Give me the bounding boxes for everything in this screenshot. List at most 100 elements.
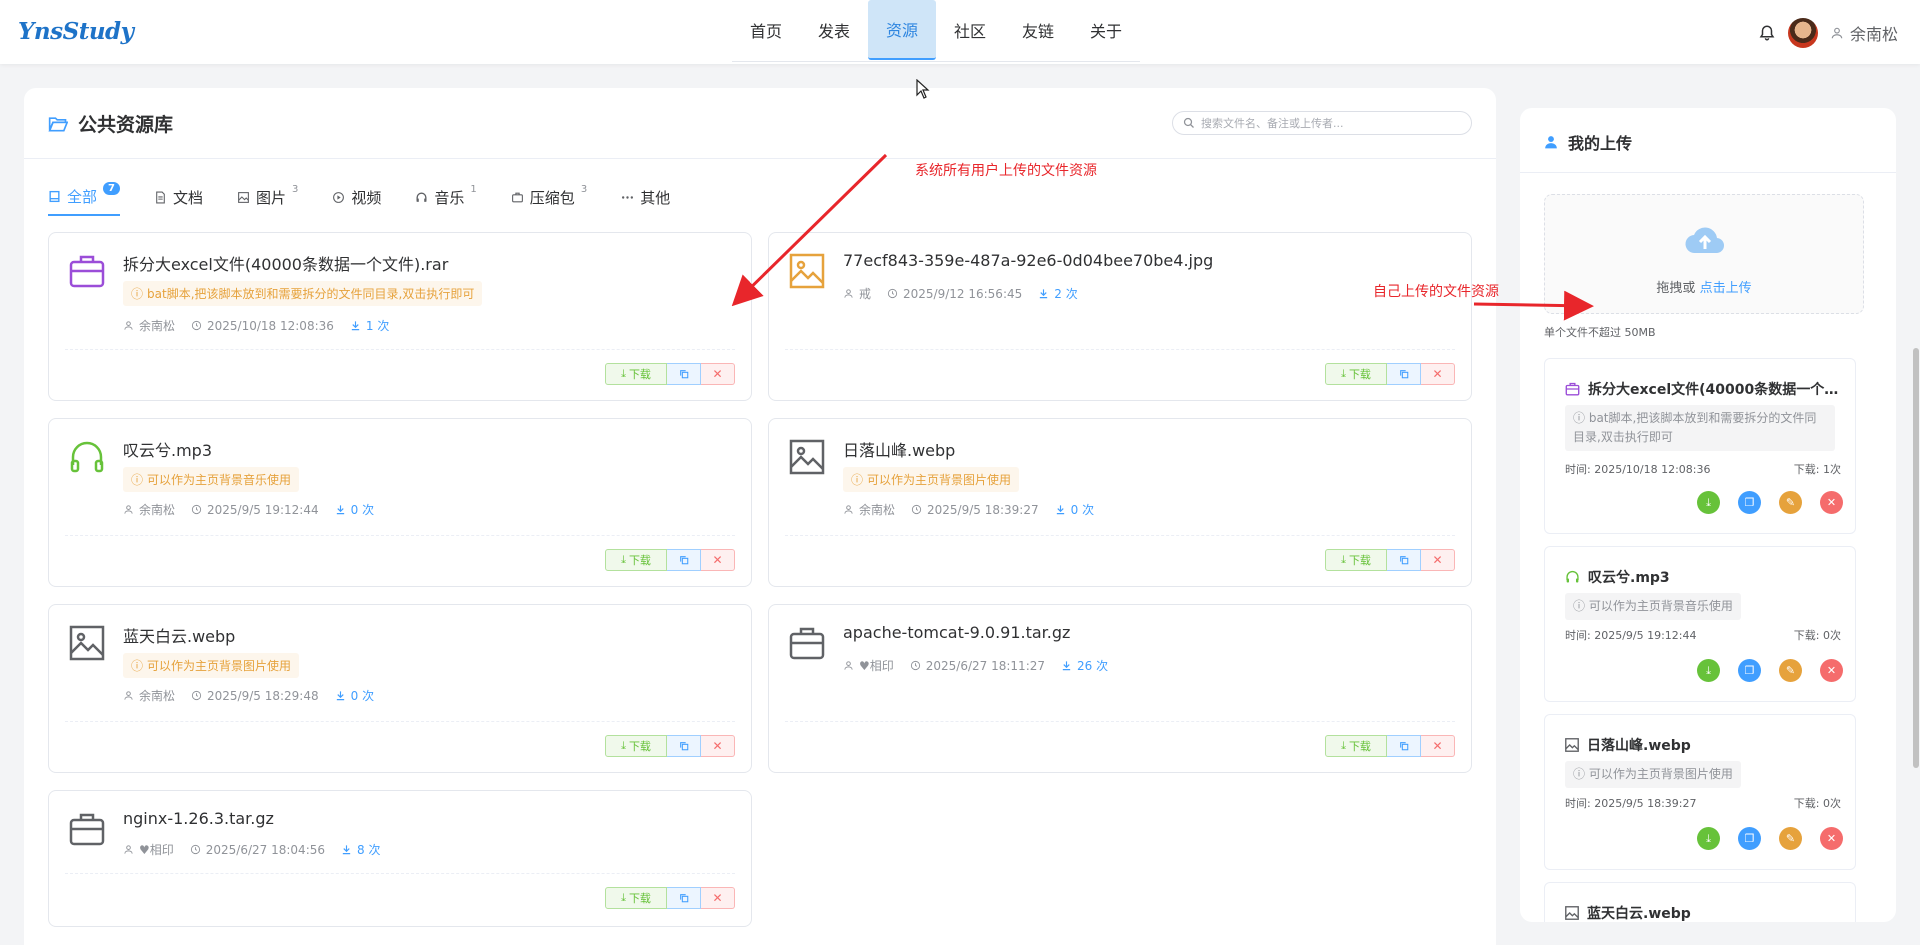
- download-icon: [1062, 661, 1071, 671]
- download-button[interactable]: ⤓ 下载: [1325, 363, 1387, 385]
- copy-link-button[interactable]: ❐: [1738, 491, 1761, 514]
- user-menu[interactable]: 余南松: [1830, 21, 1898, 45]
- download-button[interactable]: ⤓ 下载: [1325, 549, 1387, 571]
- bell-icon[interactable]: [1758, 24, 1776, 42]
- download-icon: ⤓: [1341, 553, 1346, 566]
- delete-button[interactable]: ✕: [1820, 827, 1843, 850]
- tab-all[interactable]: 全部 7: [48, 178, 120, 216]
- card-actions: ⤓ 下载 ✕: [1325, 549, 1455, 571]
- nav-links[interactable]: 友链: [1004, 0, 1072, 60]
- my-upload-actions: ⤓ ❐ ✎ ✕: [1697, 827, 1843, 850]
- delete-button[interactable]: ✕: [1820, 491, 1843, 514]
- my-upload-note-text: bat脚本,把该脚本放到和需要拆分的文件同目录,双击执行即可: [1573, 411, 1817, 444]
- nav-home[interactable]: 首页: [732, 0, 800, 60]
- my-upload-downloads: 下载: 1次: [1793, 463, 1841, 476]
- tab-count-badge: 1: [470, 183, 477, 195]
- file-name[interactable]: apache-tomcat-9.0.91.tar.gz: [843, 623, 1070, 642]
- delete-button[interactable]: ✕: [701, 735, 735, 757]
- site-logo[interactable]: YnsStudy: [18, 18, 134, 45]
- download-button[interactable]: ⤓ 下载: [605, 735, 667, 757]
- file-name[interactable]: 77ecf843-359e-487a-92e6-0d04bee70be4.jpg: [843, 251, 1213, 270]
- my-uploads-panel: 我的上传 拖拽或 点击上传 单个文件不超过 50MB 拆分大excel文件(40…: [1520, 108, 1896, 922]
- my-upload-name[interactable]: 拆分大excel文件(40000条数据一个…: [1588, 379, 1838, 399]
- image-icon: [238, 191, 249, 203]
- copy-link-button[interactable]: [1387, 549, 1421, 571]
- tab-images[interactable]: 图片 3: [237, 178, 298, 216]
- search-input[interactable]: [1201, 116, 1461, 130]
- edit-button[interactable]: ✎: [1779, 659, 1802, 682]
- card-divider: [65, 873, 735, 874]
- copy-link-button[interactable]: [1387, 735, 1421, 757]
- file-name[interactable]: 叹云兮.mp3: [123, 437, 212, 461]
- file-meta: 余南松 2025/9/5 19:12:44 0 次: [123, 501, 374, 518]
- delete-button[interactable]: ✕: [701, 363, 735, 385]
- download-count: 0 次: [335, 501, 374, 518]
- nav-resources[interactable]: 资源: [868, 0, 936, 60]
- tab-archives[interactable]: 压缩包 3: [511, 178, 587, 216]
- copy-link-button[interactable]: ❐: [1738, 659, 1761, 682]
- edit-button[interactable]: ✎: [1779, 827, 1802, 850]
- download-button[interactable]: ⤓ 下载: [605, 549, 667, 571]
- clock-icon: [191, 690, 202, 701]
- tab-count-badge: 3: [580, 183, 588, 195]
- nav-about[interactable]: 关于: [1072, 0, 1140, 60]
- download-icon: ⤓: [621, 891, 626, 904]
- page-scrollbar[interactable]: [1913, 348, 1919, 768]
- my-upload-name[interactable]: 叹云兮.mp3: [1588, 567, 1670, 587]
- copy-link-button[interactable]: ❐: [1738, 827, 1761, 850]
- file-name[interactable]: nginx-1.26.3.tar.gz: [123, 809, 274, 828]
- file-name[interactable]: 蓝天白云.webp: [123, 623, 235, 647]
- delete-button[interactable]: ✕: [1421, 363, 1455, 385]
- copy-link-button[interactable]: [1387, 363, 1421, 385]
- file-name[interactable]: 拆分大excel文件(40000条数据一个文件).rar: [123, 251, 448, 275]
- file-note-text: 可以作为主页背景图片使用: [147, 659, 292, 673]
- file-name[interactable]: 日落山峰.webp: [843, 437, 955, 461]
- avatar[interactable]: [1787, 18, 1818, 48]
- nav-community[interactable]: 社区: [936, 0, 1004, 60]
- delete-button[interactable]: ✕: [1820, 659, 1843, 682]
- tab-label: 压缩包: [529, 188, 575, 207]
- tab-label: 文档: [172, 188, 203, 207]
- my-upload-actions: ⤓ ❐ ✎ ✕: [1697, 659, 1843, 682]
- edit-button[interactable]: ✎: [1779, 491, 1802, 514]
- download-button[interactable]: ⤓ 下载: [1325, 735, 1387, 757]
- briefcase-icon: [69, 255, 105, 288]
- upload-time: 2025/9/5 19:12:44: [191, 503, 319, 517]
- upload-dropzone[interactable]: 拖拽或 点击上传: [1544, 194, 1864, 314]
- delete-button[interactable]: ✕: [1421, 549, 1455, 571]
- download-button[interactable]: ⤓ 下载: [605, 887, 667, 909]
- clock-icon: [910, 660, 920, 671]
- download-icon: ⤓: [621, 367, 626, 380]
- copy-link-button[interactable]: [667, 887, 701, 909]
- tab-videos[interactable]: 视频: [332, 178, 381, 216]
- copy-link-button[interactable]: [667, 549, 701, 571]
- file-note: ⓘ 可以作为主页背景音乐使用: [123, 467, 300, 492]
- my-upload-name[interactable]: 蓝天白云.webp: [1587, 903, 1691, 922]
- file-note-text: 可以作为主页背景图片使用: [867, 473, 1012, 487]
- download-count: 0 次: [1055, 501, 1094, 518]
- download-button[interactable]: ⤓: [1697, 659, 1720, 682]
- my-upload-name[interactable]: 日落山峰.webp: [1587, 735, 1691, 755]
- delete-button[interactable]: ✕: [701, 549, 735, 571]
- copy-icon: [1399, 556, 1408, 565]
- click-upload-link[interactable]: 点击上传: [1700, 281, 1752, 296]
- tab-other[interactable]: 其他: [621, 178, 670, 216]
- nav-post[interactable]: 发表: [800, 0, 868, 60]
- download-count: 26 次: [1061, 657, 1108, 674]
- all-icon: [49, 190, 60, 202]
- copy-link-button[interactable]: [667, 735, 701, 757]
- copy-link-button[interactable]: [667, 363, 701, 385]
- tab-music[interactable]: 音乐 1: [415, 178, 477, 216]
- download-icon: [336, 691, 344, 701]
- card-actions: ⤓ 下载 ✕: [605, 735, 735, 757]
- delete-button[interactable]: ✕: [701, 887, 735, 909]
- image-icon: [69, 625, 105, 661]
- info-icon: ⓘ: [131, 287, 144, 301]
- my-upload-downloads: 下载: 0次: [1793, 797, 1841, 810]
- download-button[interactable]: ⤓: [1697, 491, 1720, 514]
- download-button[interactable]: ⤓: [1697, 827, 1720, 850]
- tab-documents[interactable]: 文档: [154, 178, 203, 216]
- image-icon: [789, 439, 825, 475]
- download-button[interactable]: ⤓ 下载: [605, 363, 667, 385]
- delete-button[interactable]: ✕: [1421, 735, 1455, 757]
